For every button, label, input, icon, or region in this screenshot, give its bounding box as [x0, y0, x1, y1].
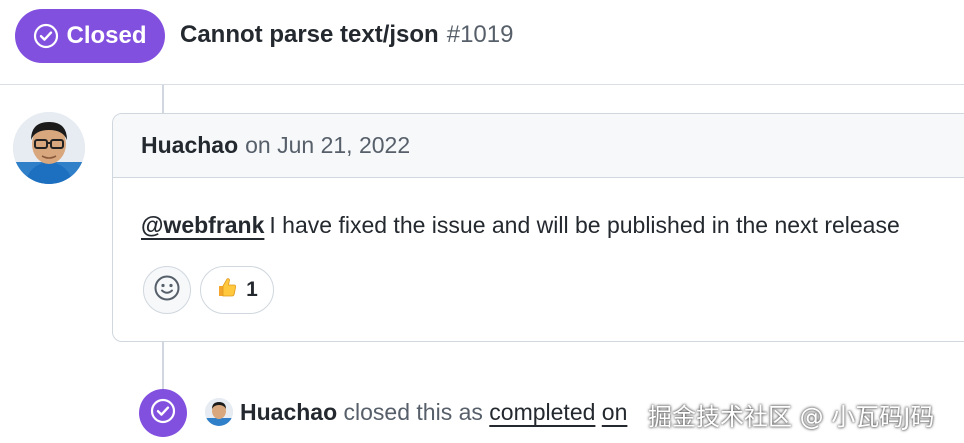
timeline-line: [162, 85, 164, 113]
comment-date[interactable]: on Jun 21, 2022: [245, 132, 410, 159]
smiley-icon: [153, 274, 181, 307]
thumbs-up-count: 1: [246, 278, 258, 301]
issue-number: #1019: [446, 21, 514, 48]
comment-body: @webfrank I have fixed the issue and will…: [141, 212, 900, 239]
event-author[interactable]: Huachao: [240, 399, 337, 425]
user-mention-link[interactable]: @webfrank: [141, 212, 264, 238]
watermark: 掘金技术社区 @ 小瓦码J码: [648, 403, 935, 431]
close-reason-link[interactable]: completed: [489, 399, 595, 425]
comment-text: I have fixed the issue and will be publi…: [269, 212, 900, 238]
event-date-link[interactable]: on: [602, 399, 628, 425]
thumbs-up-icon: [216, 276, 238, 304]
event-action: closed this as: [343, 399, 483, 425]
issue-title-row: Cannot parse text/json #1019: [180, 20, 513, 50]
add-reaction-button[interactable]: [143, 266, 191, 314]
avatar[interactable]: [205, 398, 233, 426]
closed-event-icon: [139, 389, 187, 437]
check-circle-icon: [149, 397, 177, 430]
comment-header: Huachao on Jun 21, 2022: [113, 114, 964, 178]
closed-event-text: Huachao closed this as completed on: [240, 399, 627, 426]
avatar[interactable]: [13, 112, 85, 184]
comment-box: Huachao on Jun 21, 2022 @webfrank I have …: [112, 113, 964, 342]
issue-title: Cannot parse text/json: [180, 21, 439, 48]
closed-state-badge: Closed: [15, 9, 165, 63]
header-divider: [0, 84, 964, 85]
timeline-line: [162, 342, 164, 390]
comment-author[interactable]: Huachao: [141, 132, 238, 159]
state-label: Closed: [66, 22, 147, 49]
thumbs-up-reaction-button[interactable]: 1: [200, 266, 274, 314]
check-circle-icon: [33, 23, 59, 49]
